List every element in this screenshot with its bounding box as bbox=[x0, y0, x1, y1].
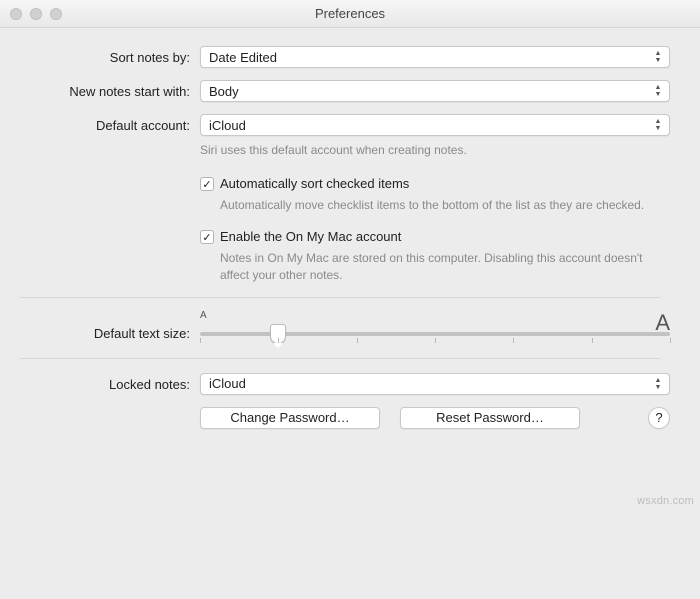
updown-icon: ▲▼ bbox=[651, 376, 665, 392]
auto-sort-desc: Automatically move checklist items to th… bbox=[220, 197, 670, 213]
text-size-label: Default text size: bbox=[0, 314, 200, 341]
titlebar: Preferences bbox=[0, 0, 700, 28]
default-account-desc: Siri uses this default account when crea… bbox=[200, 142, 670, 158]
updown-icon: ▲▼ bbox=[651, 49, 665, 65]
on-my-mac-label: Enable the On My Mac account bbox=[220, 229, 401, 244]
help-button[interactable]: ? bbox=[648, 407, 670, 429]
slider-track[interactable] bbox=[200, 332, 670, 336]
sort-notes-select[interactable]: Date Edited ▲▼ bbox=[200, 46, 670, 68]
divider bbox=[20, 297, 660, 298]
auto-sort-label: Automatically sort checked items bbox=[220, 176, 409, 191]
default-account-select[interactable]: iCloud ▲▼ bbox=[200, 114, 670, 136]
default-account-label: Default account: bbox=[0, 114, 200, 133]
divider bbox=[20, 358, 660, 359]
reset-password-button[interactable]: Reset Password… bbox=[400, 407, 580, 429]
new-notes-select[interactable]: Body ▲▼ bbox=[200, 80, 670, 102]
sort-notes-label: Sort notes by: bbox=[0, 46, 200, 65]
watermark: wsxdn.com bbox=[637, 495, 694, 507]
on-my-mac-checkbox[interactable]: ✓ bbox=[200, 230, 214, 244]
default-account-value: iCloud bbox=[209, 118, 246, 133]
preferences-content: Sort notes by: Date Edited ▲▼ New notes … bbox=[0, 28, 700, 459]
auto-sort-checkbox[interactable]: ✓ bbox=[200, 177, 214, 191]
locked-notes-value: iCloud bbox=[209, 376, 246, 391]
sort-notes-value: Date Edited bbox=[209, 50, 277, 65]
on-my-mac-desc: Notes in On My Mac are stored on this co… bbox=[220, 250, 670, 282]
locked-notes-label: Locked notes: bbox=[0, 373, 200, 392]
new-notes-value: Body bbox=[209, 84, 239, 99]
locked-notes-select[interactable]: iCloud ▲▼ bbox=[200, 373, 670, 395]
updown-icon: ▲▼ bbox=[651, 83, 665, 99]
window-title: Preferences bbox=[0, 6, 700, 21]
text-size-slider[interactable]: A A bbox=[200, 312, 670, 344]
change-password-button[interactable]: Change Password… bbox=[200, 407, 380, 429]
updown-icon: ▲▼ bbox=[651, 117, 665, 133]
slider-ticks bbox=[200, 338, 670, 344]
new-notes-label: New notes start with: bbox=[0, 80, 200, 99]
